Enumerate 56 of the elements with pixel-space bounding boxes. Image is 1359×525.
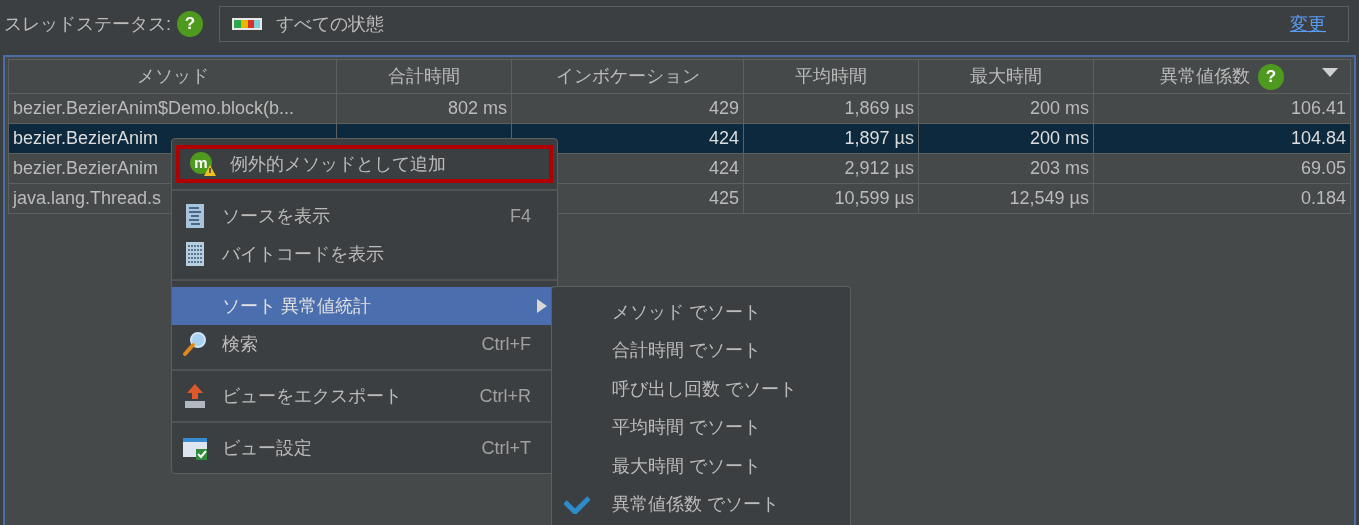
column-header-label: インボケーション	[555, 65, 700, 88]
table-cell: 104.84	[1290, 128, 1346, 148]
column-header-label: 平均時間	[795, 65, 867, 88]
table-cell: java.lang.Thread.s	[13, 188, 162, 208]
table-cell: bezier.BezierAnim	[13, 128, 159, 148]
shortcut-label: Ctrl+T	[481, 436, 531, 460]
table-cell: 1,897 µs	[844, 128, 914, 148]
table-cell: 200 ms	[1029, 98, 1089, 118]
table-cell: 12,549 µs	[1009, 188, 1089, 208]
help-icon[interactable]: ?	[177, 11, 203, 37]
table-cell: 425	[708, 188, 739, 208]
submenu-option[interactable]: 異常値係数 でソート	[552, 485, 850, 524]
column-header-cell[interactable]: インボケーション	[511, 59, 744, 94]
table-cell: 200 ms	[1029, 128, 1089, 148]
shortcut-label: Ctrl+R	[479, 384, 531, 408]
table-cell: 802 ms	[447, 98, 507, 118]
table-cell: 429	[708, 98, 739, 118]
help-icon[interactable]: ?	[1258, 63, 1284, 90]
column-header-label: 合計時間	[388, 65, 460, 88]
table-cell: 424	[708, 128, 739, 148]
search-icon	[182, 331, 208, 357]
sort-descending-icon[interactable]	[1322, 68, 1338, 78]
status-field[interactable]: すべての状態 変更	[219, 6, 1349, 42]
submenu-option[interactable]: 平均時間 でソート	[552, 408, 850, 447]
column-header-cell[interactable]: 合計時間	[336, 59, 512, 94]
column-header-label: 最大時間	[970, 65, 1042, 88]
table-cell: 0.184	[1300, 188, 1346, 208]
export-icon	[182, 383, 208, 409]
change-link[interactable]: 変更	[1290, 10, 1326, 38]
column-header-cell[interactable]: 最大時間	[918, 59, 1094, 94]
shortcut-label: Ctrl+F	[481, 332, 531, 356]
table-cell: bezier.BezierAnim$Demo.block(b...	[13, 98, 295, 118]
table-cell: bezier.BezierAnim	[13, 158, 159, 178]
table-cell: 424	[708, 158, 739, 178]
table-cell: 203 ms	[1029, 158, 1089, 178]
menu-item[interactable]: バイトコードを表示	[172, 235, 557, 273]
table-cell: 106.41	[1290, 98, 1346, 118]
column-header-cell[interactable]: メソッド	[8, 59, 337, 94]
table-cell: 10,599 µs	[834, 188, 914, 208]
table-row[interactable]: bezier.BezierAnim$Demo.block(b... 802 ms 429 1,869 µs 200 ms 106.41	[8, 93, 1351, 124]
submenu-option[interactable]: 合計時間 でソート	[552, 331, 850, 370]
table-cell: 69.05	[1300, 158, 1346, 178]
column-header-label: メソッド	[136, 65, 209, 88]
submenu-option[interactable]: 呼び出し回数 でソート	[552, 370, 850, 409]
status-value: すべての状態	[276, 12, 385, 36]
filter-label: スレッドステータス:	[4, 12, 171, 36]
table-cell: 2,912 µs	[844, 158, 914, 178]
status-colors-icon	[232, 18, 262, 30]
column-header-cell[interactable]: 異常値係数 ?	[1093, 59, 1351, 94]
settings-icon	[182, 435, 208, 461]
menu-item[interactable]: m 例外的メソッドとして追加	[176, 145, 553, 183]
column-header-cell[interactable]: 平均時間	[743, 59, 919, 94]
submenu-arrow-icon	[537, 299, 547, 313]
column-header-label: 異常値係数	[1160, 65, 1250, 88]
table-cell: 1,869 µs	[844, 98, 914, 118]
submenu-option[interactable]: 最大時間 でソート	[552, 447, 850, 486]
